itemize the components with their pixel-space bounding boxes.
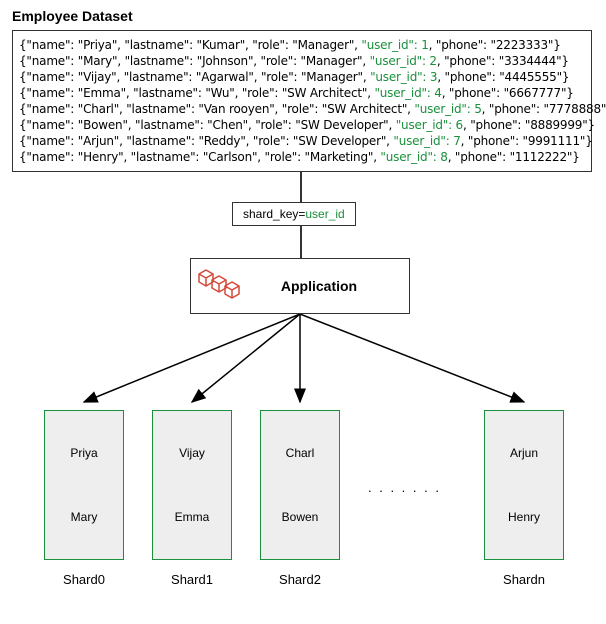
dataset-record: {"name": "Bowen", "lastname": "Chen", "r… [19, 117, 585, 133]
shards-ellipsis: . . . . . . . [368, 480, 441, 495]
shard-label: Shard2 [260, 572, 340, 587]
application-label: Application [247, 278, 409, 294]
shard-key-box: shard_key=user_id [232, 202, 356, 226]
dataset-record: {"name": "Charl", "lastname": "Van rooye… [19, 101, 585, 117]
shard-item: Henry [508, 510, 540, 524]
shard-item: Arjun [510, 446, 538, 460]
dataset-box: {"name": "Priya", "lastname": "Kumar", "… [12, 30, 592, 172]
shard-item: Bowen [282, 510, 319, 524]
shard-box: Priya Mary [44, 410, 124, 560]
dataset-record: {"name": "Vijay", "lastname": "Agarwal",… [19, 69, 585, 85]
connector-line-2 [300, 226, 302, 258]
connector-line-1 [300, 172, 302, 202]
shard-box: Arjun Henry [484, 410, 564, 560]
fanout-arrows [0, 314, 606, 410]
shard-item: Mary [71, 510, 98, 524]
shard-box: Charl Bowen [260, 410, 340, 560]
shard-key-value: user_id [305, 207, 344, 221]
dataset-record: {"name": "Emma", "lastname": "Wu", "role… [19, 85, 585, 101]
dataset-record: {"name": "Arjun", "lastname": "Reddy", "… [19, 133, 585, 149]
dataset-record: {"name": "Mary", "lastname": "Johnson", … [19, 53, 585, 69]
shard-box: Vijay Emma [152, 410, 232, 560]
dataset-title: Employee Dataset [12, 8, 133, 24]
application-box: Application [190, 258, 410, 314]
dataset-record: {"name": "Henry", "lastname": "Carlson",… [19, 149, 585, 165]
shard-label: Shardn [484, 572, 564, 587]
shard-item: Priya [70, 446, 97, 460]
shard-label: Shard1 [152, 572, 232, 587]
application-cubes-icon [191, 258, 247, 314]
shard-item: Charl [286, 446, 315, 460]
shard-label: Shard0 [44, 572, 124, 587]
dataset-record: {"name": "Priya", "lastname": "Kumar", "… [19, 37, 585, 53]
shard-item: Emma [175, 510, 210, 524]
shard-item: Vijay [179, 446, 205, 460]
shard-key-label: shard_key= [243, 207, 305, 221]
